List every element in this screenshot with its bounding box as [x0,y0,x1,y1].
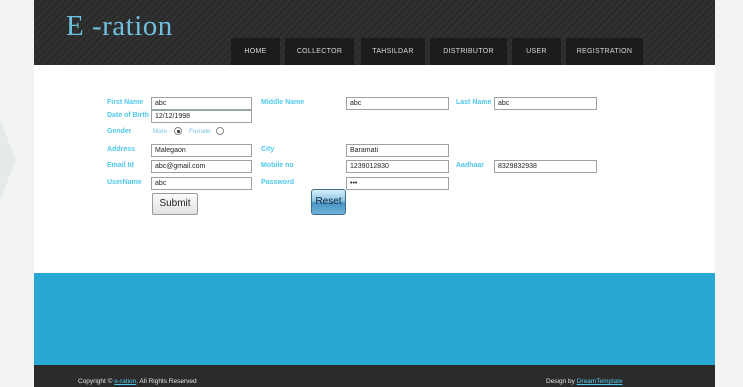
copyright-link[interactable]: e-ration [114,378,136,385]
middle-name-label: Middle Name [261,99,305,106]
nav-home[interactable]: HOME [231,38,280,65]
aadhaar-field[interactable]: 8329832938 [494,160,597,173]
background-decoration [0,120,16,200]
last-name-field[interactable]: abc [494,97,597,110]
mobile-label: Mobile no [261,162,294,169]
middle-name-field[interactable]: abc [346,97,449,110]
nav-collector[interactable]: COLLECTOR [285,38,354,65]
reset-button[interactable]: Reset [311,189,346,215]
email-label: Email Id [107,162,134,169]
registration-form: First Name abc Middle Name abc Last Name… [34,65,715,273]
username-field[interactable]: abc [151,177,252,190]
gender-label: Gender [107,128,132,135]
last-name-label: Last Name [456,99,492,106]
copyright-suffix: . All Rights Reserved [136,378,197,385]
design-prefix: Design by [546,378,577,385]
dob-label: Date of Birth [107,112,149,119]
password-label: Password [261,179,295,186]
site-footer: Copyright © e-ration. All Rights Reserve… [34,365,715,387]
first-name-field[interactable]: abc [151,97,252,110]
address-field[interactable]: Malegaon [151,144,252,157]
nav-registration[interactable]: REGISTRATION [566,38,643,65]
site-header: E -ration HOME COLLECTOR TAHSILDAR DISTR… [34,0,715,65]
site-logo[interactable]: E -ration [66,10,173,43]
gender-female-label: Female [189,128,211,135]
mobile-field[interactable]: 1239012830 [346,160,449,173]
gender-female-radio[interactable] [216,127,224,135]
submit-button[interactable]: Submit [152,193,198,215]
nav-distributor[interactable]: DISTRIBUTOR [430,38,507,65]
design-credit: Design by DreamTemplate [546,378,623,385]
gender-male-label: Male [153,128,168,135]
copyright-prefix: Copyright © [78,378,115,385]
username-label: UserName [107,179,142,186]
city-field[interactable]: Baramati [346,144,449,157]
city-label: City [261,146,275,153]
aadhaar-label: Aadhaar [456,162,485,169]
accent-band [34,273,715,365]
email-field[interactable]: abc@gmail.com [151,160,252,173]
nav-tahsildar[interactable]: TAHSILDAR [361,38,425,65]
gender-male-radio[interactable] [174,127,182,135]
first-name-label: First Name [107,99,144,106]
dob-field[interactable]: 12/12/1998 [151,110,252,123]
copyright-text: Copyright © e-ration. All Rights Reserve… [78,378,197,385]
design-link[interactable]: DreamTemplate [577,378,623,385]
password-field[interactable]: ••• [346,177,449,190]
page-background-right [715,0,743,387]
address-label: Address [107,146,136,153]
nav-user[interactable]: USER [512,38,561,65]
